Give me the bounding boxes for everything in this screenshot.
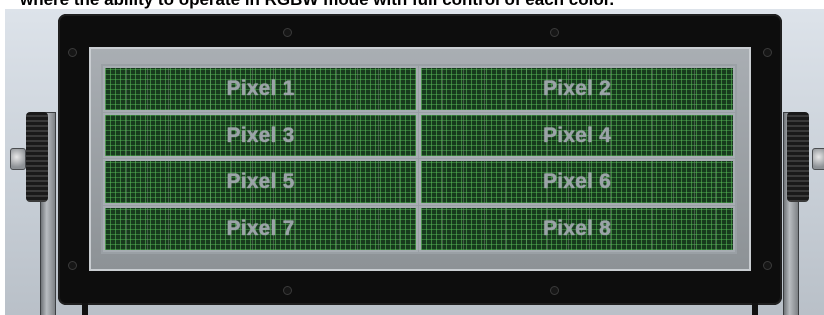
pixel-zone-1: Pixel 1 — [103, 66, 418, 112]
pixel-zone-label: Pixel 4 — [543, 123, 611, 147]
pixel-zone-4: Pixel 4 — [419, 113, 735, 158]
housing-foot — [82, 303, 88, 315]
pixel-zone-label: Pixel 5 — [226, 170, 295, 193]
pixel-zone-label: Pixel 7 — [226, 217, 295, 240]
pixel-zone-8: Pixel 8 — [419, 206, 735, 252]
pixel-zone-5: Pixel 5 — [103, 159, 418, 205]
pixel-zone-label: Pixel 8 — [543, 217, 611, 240]
pixel-zone-3: Pixel 3 — [103, 113, 418, 158]
pixel-zone-6: Pixel 6 — [419, 159, 735, 205]
housing-screw — [68, 48, 77, 57]
pixel-zone-label: Pixel 6 — [543, 170, 611, 193]
pixel-zone-7: Pixel 7 — [103, 206, 418, 252]
housing-screw — [550, 286, 559, 295]
housing-screw — [283, 286, 292, 295]
housing-screw — [763, 261, 772, 270]
pixel-zone-2: Pixel 2 — [419, 66, 735, 112]
housing-screw — [283, 28, 292, 37]
right-pivot-bolt — [812, 148, 824, 170]
housing-screw — [550, 28, 559, 37]
pixel-zone-label: Pixel 1 — [226, 77, 295, 100]
left-tilt-knob — [26, 112, 48, 202]
housing-foot — [752, 303, 758, 315]
housing-screw — [763, 48, 772, 57]
page-caption-text: where the ability to operate in RGBW mod… — [20, 0, 824, 9]
pixel-zone-label: Pixel 3 — [226, 123, 295, 147]
left-pivot-bolt — [10, 148, 26, 170]
right-tilt-knob — [787, 112, 809, 202]
product-image: where the ability to operate in RGBW mod… — [0, 0, 824, 315]
pixel-zone-label: Pixel 2 — [543, 77, 611, 100]
housing-screw — [68, 261, 77, 270]
